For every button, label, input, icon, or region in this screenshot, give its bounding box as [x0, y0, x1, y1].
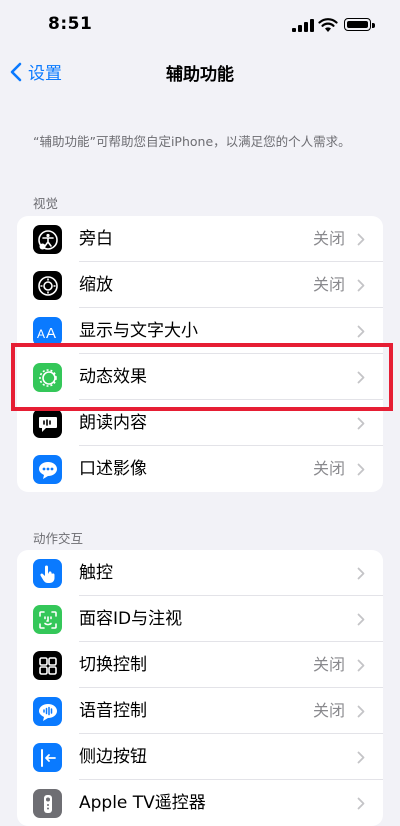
- row-label: 语音控制: [79, 701, 147, 721]
- chevron-right-icon: [357, 567, 365, 580]
- row-face-id-attention[interactable]: 面容ID与注视: [17, 596, 383, 642]
- row-zoom[interactable]: 缩放 关闭: [17, 262, 383, 308]
- svg-text:A: A: [37, 327, 45, 340]
- chevron-right-icon: [357, 705, 365, 718]
- chevron-right-icon: [357, 751, 365, 764]
- audio-description-icon: [33, 455, 62, 484]
- highlight-box: [11, 343, 393, 411]
- row-audio-description[interactable]: 口述影像 关闭: [17, 446, 383, 492]
- row-side-button[interactable]: 侧边按钮: [17, 734, 383, 780]
- row-switch-control[interactable]: 切换控制 关闭: [17, 642, 383, 688]
- page-description: “辅助功能”可帮助您自定iPhone，以满足您的个人需求。: [33, 134, 351, 149]
- chevron-right-icon: [357, 417, 365, 430]
- row-value: 关闭: [312, 701, 345, 720]
- status-bar: 8:51: [0, 0, 400, 52]
- side-button-icon: [33, 743, 62, 772]
- row-label: 旁白: [79, 229, 113, 249]
- row-voiceover[interactable]: 旁白 关闭: [17, 216, 383, 262]
- row-label: 口述影像: [79, 459, 147, 479]
- cellular-signal-icon: [292, 19, 314, 32]
- interaction-group: 触控 面容ID与注视 切换控制 关闭 语音控制 关闭 侧边按钮 Apple TV…: [17, 550, 383, 826]
- row-label: 触控: [79, 563, 113, 583]
- spoken-content-icon: [33, 409, 62, 438]
- row-label: Apple TV遥控器: [79, 793, 206, 813]
- row-label: 切换控制: [79, 655, 147, 675]
- chevron-right-icon: [357, 325, 365, 338]
- row-label: 缩放: [79, 275, 113, 295]
- apple-tv-remote-icon: [33, 789, 62, 818]
- row-value: 关闭: [312, 275, 345, 294]
- row-label: 面容ID与注视: [79, 609, 183, 629]
- page-title: 辅助功能: [166, 65, 234, 85]
- row-label: 侧边按钮: [79, 747, 147, 767]
- row-voice-control[interactable]: 语音控制 关闭: [17, 688, 383, 734]
- row-touch[interactable]: 触控: [17, 550, 383, 596]
- row-value: 关闭: [312, 459, 345, 478]
- touch-icon: [33, 559, 62, 588]
- chevron-right-icon: [357, 797, 365, 810]
- voiceover-icon: [33, 225, 62, 254]
- voice-control-icon: [33, 697, 62, 726]
- battery-icon: [344, 18, 375, 31]
- zoom-icon: [33, 271, 62, 300]
- chevron-right-icon: [357, 659, 365, 672]
- row-apple-tv-remote[interactable]: Apple TV遥控器: [17, 780, 383, 826]
- chevron-right-icon: [357, 233, 365, 246]
- chevron-right-icon: [357, 463, 365, 476]
- svg-text:A: A: [46, 325, 56, 340]
- chevron-right-icon: [357, 613, 365, 626]
- status-time: 8:51: [48, 14, 93, 34]
- row-value: 关闭: [312, 229, 345, 248]
- row-value: 关闭: [312, 655, 345, 674]
- wifi-icon: [318, 18, 338, 32]
- switch-control-icon: [33, 651, 62, 680]
- navigation-bar: 设置 辅助功能: [0, 52, 400, 92]
- section-header-vision: 视觉: [33, 196, 59, 211]
- section-header-interaction: 动作交互: [33, 531, 84, 546]
- text-size-icon: A A: [33, 317, 62, 346]
- face-id-icon: [33, 605, 62, 634]
- chevron-right-icon: [357, 279, 365, 292]
